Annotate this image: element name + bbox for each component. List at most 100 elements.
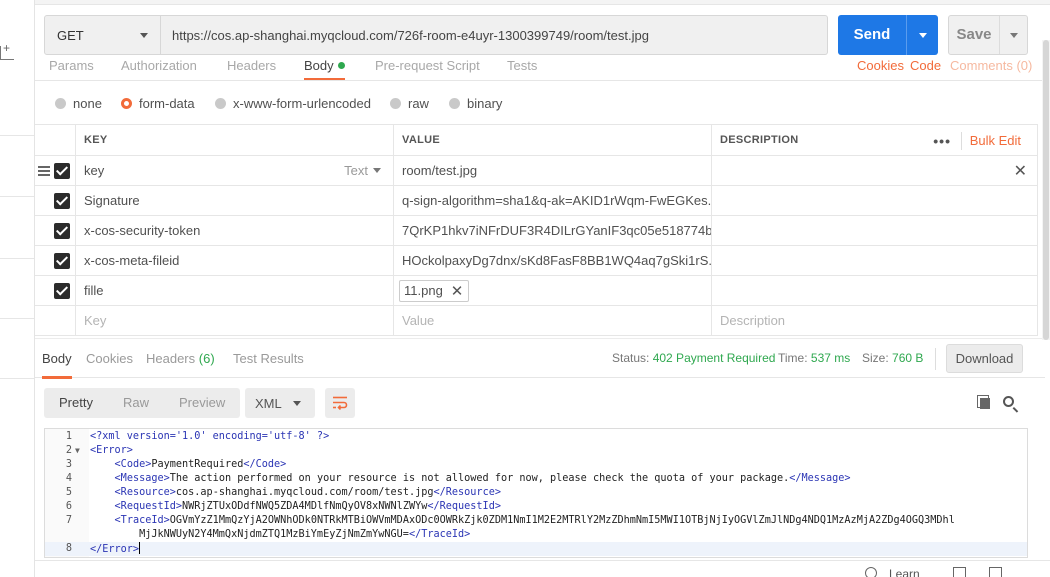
tab-test-results[interactable]: Test Results [233, 339, 304, 379]
new-description-input[interactable]: Description [711, 306, 1038, 335]
sidebar-divider [0, 378, 34, 379]
code-text: <TraceId>OGVmYzZ1MmQzYjA2OWNhODk0NTRkMTB… [114, 515, 955, 526]
response-code-view[interactable]: 1 <?xml version='1.0' encoding='utf-8' ?>… [44, 428, 1028, 558]
new-key-input[interactable]: Key [75, 306, 393, 335]
send-dropdown[interactable] [906, 15, 938, 55]
code-line-active: 8 </Error> [45, 542, 1027, 556]
url-input[interactable]: https://cos.ap-shanghai.myqcloud.com/726… [161, 15, 828, 55]
key-cell[interactable]: fille [75, 276, 393, 305]
tab-prerequest-script[interactable]: Pre-request Script [375, 56, 480, 80]
preview-button[interactable]: Preview [164, 388, 240, 418]
method-label: GET [57, 27, 84, 43]
code-line: 3 <Code>PaymentRequired</Code> [45, 458, 1027, 472]
description-cell[interactable] [711, 216, 1038, 245]
table-row: fille 11.png ✕ [35, 276, 1038, 306]
tab-response-headers[interactable]: Headers (6) [146, 339, 215, 379]
size-value: 760 B [892, 351, 924, 365]
cookies-link[interactable]: Cookies [857, 56, 904, 78]
value-cell[interactable]: 7QrKP1hkv7iNFrDUF3R4DILrGYanIF3qc05e5187… [393, 216, 711, 245]
drag-handle-icon[interactable] [38, 166, 50, 176]
layout-icon[interactable] [953, 567, 966, 577]
row-checkbox[interactable] [54, 163, 70, 179]
radio-none[interactable]: none [55, 96, 102, 111]
body-active-dot [337, 62, 345, 69]
value-text: 7QrKP1hkv7iNFrDUF3R4DILrGYanIF3qc05e5187… [402, 223, 711, 238]
status-value: 402 Payment Required [652, 351, 776, 365]
description-cell[interactable] [711, 276, 1038, 305]
value-text: room/test.jpg [402, 163, 478, 178]
new-value-input[interactable]: Value [393, 306, 711, 335]
description-cell[interactable] [711, 186, 1038, 215]
code-line: 1 <?xml version='1.0' encoding='utf-8' ?> [45, 430, 1027, 444]
status-readout: Status: 402 Payment Required [612, 339, 775, 379]
tab-response-cookies[interactable]: Cookies [86, 339, 133, 379]
new-collection-icon[interactable] [0, 41, 14, 60]
learn-link[interactable]: Learn [889, 567, 920, 577]
radio-label: form-data [139, 96, 195, 111]
value-cell[interactable]: HOckolpaxyDg7dnx/sKd8FasF8BB1WQ4aq7gSki1… [393, 246, 711, 275]
code-link[interactable]: Code [910, 56, 941, 78]
raw-button[interactable]: Raw [108, 388, 164, 418]
sidebar-divider [0, 318, 34, 319]
save-dropdown[interactable] [999, 16, 1027, 54]
tab-tests[interactable]: Tests [507, 56, 537, 80]
radio-binary[interactable]: binary [449, 96, 502, 111]
code-line: MjJkNWUyN2Y4MmQxNjdmZTQ1MzBiYmEyZjNmZmYw… [45, 528, 1027, 542]
tab-headers[interactable]: Headers [227, 56, 276, 80]
description-header-label: DESCRIPTION [720, 134, 799, 146]
row-checkbox[interactable] [54, 193, 70, 209]
remove-file-icon[interactable]: ✕ [451, 282, 464, 300]
line-number: 1 [65, 431, 72, 442]
bulk-edit-link[interactable]: Bulk Edit [970, 125, 1021, 155]
tab-authorization[interactable]: Authorization [121, 56, 197, 80]
row-checkbox[interactable] [54, 223, 70, 239]
fold-toggle-icon[interactable]: ▼ [75, 444, 80, 458]
tab-body[interactable]: Body [304, 56, 345, 80]
status-label: Status: [612, 351, 650, 365]
description-cell[interactable] [711, 246, 1038, 275]
row-checkbox[interactable] [54, 253, 70, 269]
learn-icon[interactable] [865, 567, 877, 577]
key-cell[interactable]: key Text [75, 156, 393, 185]
pretty-button[interactable]: Pretty [44, 388, 108, 418]
radio-urlencoded[interactable]: x-www-form-urlencoded [215, 96, 371, 111]
more-options-icon[interactable]: ••• [933, 133, 951, 149]
file-chip[interactable]: 11.png ✕ [399, 279, 470, 302]
search-icon[interactable] [1003, 396, 1014, 407]
console-icon[interactable] [989, 567, 1002, 577]
url-text: https://cos.ap-shanghai.myqcloud.com/726… [172, 27, 649, 43]
type-select[interactable]: Text [344, 156, 381, 185]
scrollbar[interactable] [1042, 40, 1050, 340]
key-cell[interactable]: x-cos-meta-fileid [75, 246, 393, 275]
value-cell[interactable]: 11.png ✕ [393, 276, 711, 305]
wrap-lines-button[interactable] [325, 388, 355, 418]
scrollbar-thumb[interactable] [1043, 40, 1049, 340]
column-header-value: VALUE [393, 125, 711, 155]
tab-response-body[interactable]: Body [42, 339, 72, 379]
size-readout: Size: 760 B [862, 339, 923, 379]
status-footer: Learn ? [35, 560, 1050, 577]
radio-form-data[interactable]: form-data [121, 96, 195, 111]
key-cell[interactable]: Signature [75, 186, 393, 215]
comments-link[interactable]: Comments (0) [950, 56, 1032, 78]
row-checkbox[interactable] [54, 283, 70, 299]
copy-icon[interactable] [977, 395, 991, 410]
method-select[interactable]: GET [44, 15, 161, 55]
column-header-description: DESCRIPTION ••• Bulk Edit [711, 125, 1038, 155]
download-button[interactable]: Download [946, 344, 1023, 373]
value-cell[interactable]: room/test.jpg [393, 156, 711, 185]
description-cell[interactable]: ✕ [711, 156, 1038, 185]
save-button[interactable]: Save [948, 15, 1028, 55]
line-number: 8 [65, 543, 72, 554]
key-cell[interactable]: x-cos-security-token [75, 216, 393, 245]
radio-raw[interactable]: raw [390, 96, 429, 111]
sidebar-strip [0, 0, 35, 577]
format-select[interactable]: XML [245, 388, 315, 418]
table-row-new: Key Value Description [35, 306, 1038, 336]
code-line: 7 <TraceId>OGVmYzZ1MmQzYjA2OWNhODk0NTRkM… [45, 514, 1027, 528]
send-button[interactable]: Send [838, 15, 938, 55]
value-cell[interactable]: q-sign-algorithm=sha1&q-ak=AKID1rWqm-FwE… [393, 186, 711, 215]
tab-params[interactable]: Params [49, 56, 94, 80]
line-number: 5 [65, 487, 72, 498]
delete-row-icon[interactable]: ✕ [1014, 161, 1027, 181]
